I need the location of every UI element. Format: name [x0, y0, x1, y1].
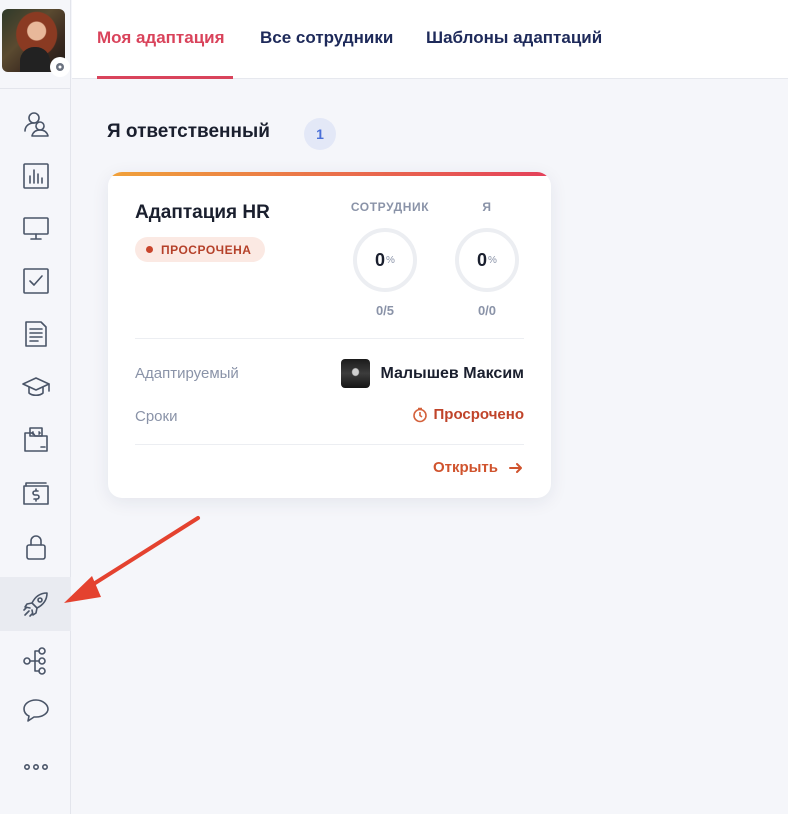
adaptee-person[interactable]: Малышев Максим [341, 359, 524, 388]
card-divider [135, 338, 524, 339]
deadline-label: Сроки [135, 408, 178, 425]
employee-progress-ring: 0% [353, 228, 417, 292]
section-count-badge: 1 [304, 118, 336, 150]
sidebar-item-tasks[interactable] [0, 254, 71, 308]
sidebar-item-security[interactable] [0, 520, 71, 574]
clock-icon [412, 407, 427, 422]
me-progress-label: Я [482, 200, 492, 214]
section-title: Я ответственный [107, 121, 270, 142]
sidebar-item-payroll[interactable] [0, 466, 71, 520]
document-icon [24, 321, 47, 347]
open-button[interactable]: Открыть [433, 459, 524, 476]
tab-my-adaptation[interactable]: Моя адаптация [97, 28, 225, 48]
deadline-status: Просрочено [412, 406, 524, 423]
sidebar-item-structure[interactable] [0, 634, 71, 688]
sidebar-item-learning[interactable] [0, 360, 71, 414]
rocket-icon [22, 592, 48, 617]
status-badge-label: ПРОСРОЧЕНА [161, 242, 252, 257]
code-folder-icon [23, 427, 48, 452]
bar-chart-icon [22, 163, 49, 189]
users-icon [23, 112, 49, 137]
lock-icon [25, 535, 46, 560]
more-icon [23, 764, 48, 771]
money-icon [22, 482, 49, 505]
status-badge: ПРОСРОЧЕНА [135, 237, 266, 262]
settings-gear-icon[interactable] [50, 57, 70, 77]
adaptation-card: Адаптация HR ПРОСРОЧЕНА СОТРУДНИК 0% 0/5… [108, 172, 551, 498]
status-dot-icon [146, 246, 153, 253]
graduation-cap-icon [21, 377, 50, 397]
open-button-label: Открыть [432, 459, 498, 476]
sidebar-item-adaptation[interactable] [0, 577, 71, 631]
card-title: Адаптация HR [135, 202, 270, 223]
chat-icon [22, 699, 49, 722]
sidebar-item-monitor[interactable] [0, 201, 71, 255]
employee-progress-label: СОТРУДНИК [350, 200, 430, 214]
sidebar-item-messages[interactable] [0, 684, 71, 738]
sidebar-item-documents[interactable] [0, 307, 71, 361]
tab-all-employees[interactable]: Все сотрудники [260, 28, 393, 48]
employee-progress-value: 0 [375, 249, 386, 270]
me-progress-ratio: 0/0 [477, 303, 497, 318]
card-divider [135, 444, 524, 445]
me-progress-value: 0 [477, 249, 488, 270]
org-tree-icon [22, 647, 46, 675]
sidebar-item-more[interactable] [0, 740, 71, 794]
adaptee-label: Адаптируемый [135, 365, 239, 382]
monitor-icon [22, 217, 49, 240]
sidebar [0, 0, 71, 814]
sidebar-item-analytics[interactable] [0, 149, 71, 203]
card-accent-line [108, 172, 551, 176]
deadline-value: Просрочено [433, 406, 524, 423]
sidebar-item-projects[interactable] [0, 413, 71, 467]
percent-sign: % [488, 254, 497, 266]
adaptee-name: Малышев Максим [380, 364, 524, 382]
active-tab-indicator [97, 76, 233, 79]
arrow-right-icon [509, 462, 522, 473]
sidebar-divider [0, 88, 71, 89]
percent-sign: % [386, 254, 395, 266]
tab-adaptation-templates[interactable]: Шаблоны адаптаций [426, 28, 602, 48]
employee-progress-ratio: 0/5 [375, 303, 395, 318]
sidebar-item-users[interactable] [0, 97, 71, 151]
checkbox-icon [22, 268, 49, 294]
adaptee-avatar [341, 359, 371, 388]
me-progress-ring: 0% [455, 228, 519, 292]
